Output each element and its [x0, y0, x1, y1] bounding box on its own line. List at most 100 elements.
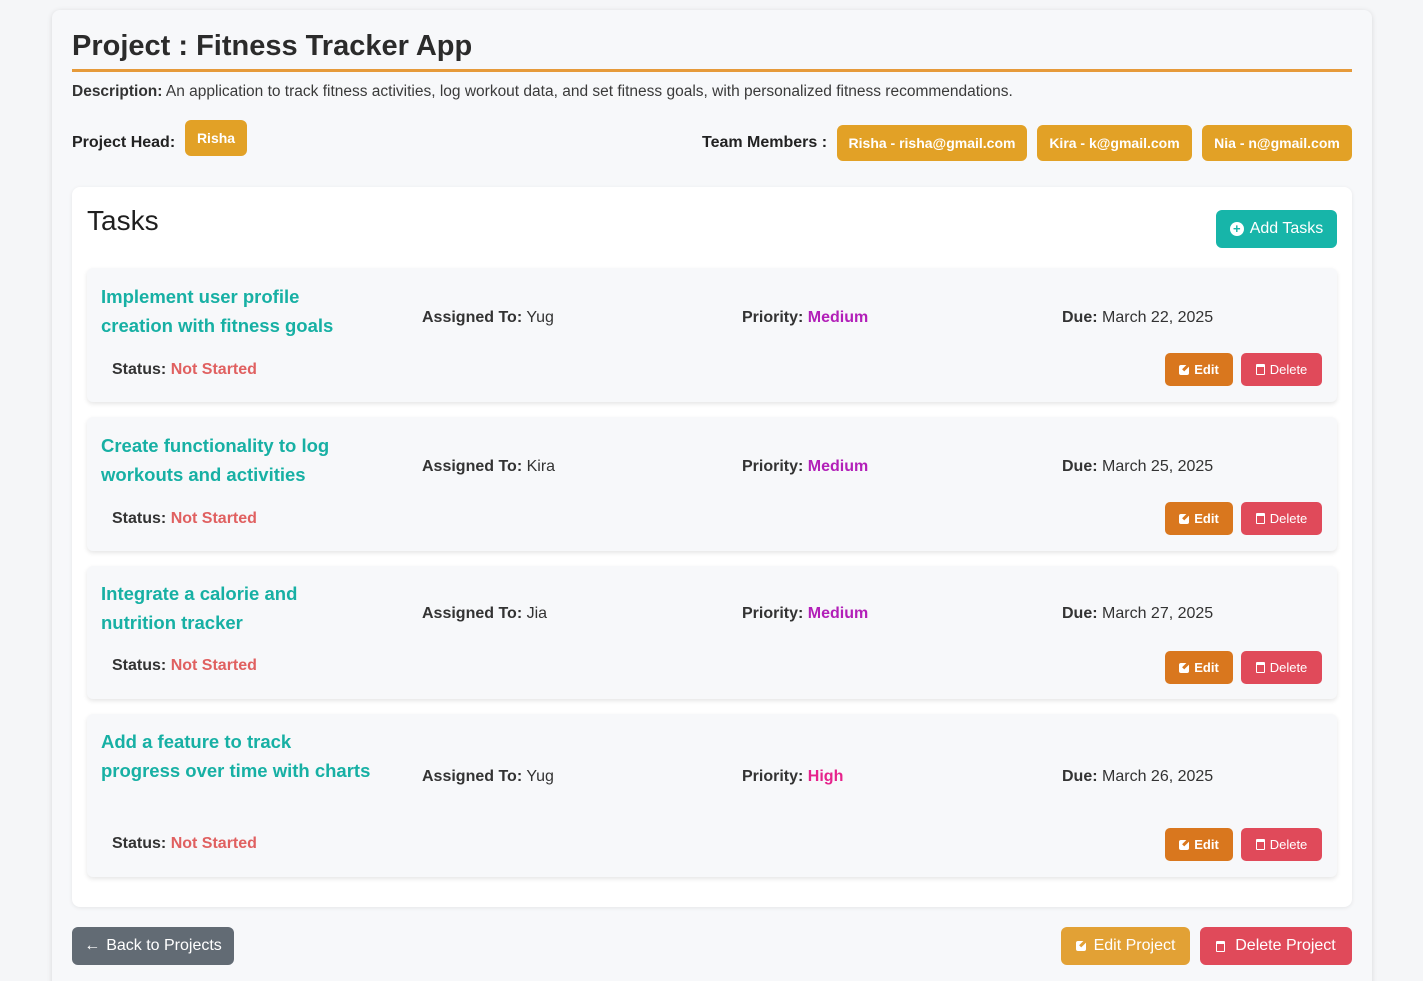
trash-icon	[1255, 364, 1265, 375]
edit-label: Edit	[1194, 511, 1219, 526]
delete-label: Delete	[1269, 511, 1308, 526]
status-label: Status:	[112, 657, 167, 674]
edit-task-button[interactable]: Edit	[1165, 828, 1233, 861]
task-priority: Priority: Medium	[742, 309, 868, 327]
assigned-value: Yug	[526, 768, 554, 785]
delete-task-button[interactable]: Delete	[1241, 828, 1322, 861]
due-label: Due:	[1062, 309, 1098, 326]
priority-label: Priority:	[742, 458, 804, 475]
status-value: Not Started	[170, 361, 257, 378]
task-card: Add a feature to track progress over tim…	[87, 714, 1337, 877]
delete-project-label: Delete Project	[1235, 937, 1336, 954]
assigned-label: Assigned To:	[422, 768, 523, 785]
status-label: Status:	[112, 510, 167, 527]
title-divider	[72, 69, 1352, 72]
edit-label: Edit	[1194, 660, 1219, 675]
task-card: Create functionality to log workouts and…	[87, 417, 1337, 551]
edit-project-label: Edit Project	[1093, 937, 1176, 954]
edit-icon	[1179, 364, 1190, 375]
priority-label: Priority:	[742, 309, 804, 326]
back-label: Back to Projects	[106, 937, 222, 954]
delete-project-button[interactable]: Delete Project	[1200, 927, 1352, 965]
task-title[interactable]: Integrate a calorie and nutrition tracke…	[101, 579, 371, 637]
edit-label: Edit	[1194, 362, 1219, 377]
add-tasks-label: Add Tasks	[1249, 220, 1324, 237]
due-label: Due:	[1062, 768, 1098, 785]
assigned-value: Kira	[526, 458, 556, 475]
edit-task-button[interactable]: Edit	[1165, 353, 1233, 386]
edit-icon	[1179, 513, 1190, 524]
tasks-heading: Tasks	[87, 205, 159, 236]
priority-value: Medium	[807, 458, 869, 475]
task-priority: Priority: High	[742, 768, 843, 786]
description-text: An application to track fitness activiti…	[165, 83, 1013, 100]
delete-task-button[interactable]: Delete	[1241, 502, 1322, 535]
edit-task-button[interactable]: Edit	[1165, 502, 1233, 535]
due-label: Due:	[1062, 458, 1098, 475]
delete-label: Delete	[1269, 837, 1308, 852]
task-priority: Priority: Medium	[742, 458, 868, 476]
due-value: March 27, 2025	[1102, 605, 1214, 622]
status-label: Status:	[112, 835, 167, 852]
task-title[interactable]: Create functionality to log workouts and…	[101, 431, 371, 489]
assigned-label: Assigned To:	[422, 309, 523, 326]
priority-value: Medium	[807, 605, 869, 622]
task-title[interactable]: Add a feature to track progress over tim…	[101, 727, 371, 785]
task-title[interactable]: Implement user profile creation with fit…	[101, 282, 371, 340]
project-head-label: Project Head:	[72, 134, 176, 151]
task-status: Status: Not Started	[112, 361, 257, 379]
assigned-value: Jia	[526, 605, 548, 622]
edit-icon	[1179, 839, 1190, 850]
task-status: Status: Not Started	[112, 510, 257, 528]
task-due: Due: March 27, 2025	[1062, 605, 1213, 623]
delete-label: Delete	[1269, 362, 1308, 377]
due-value: March 26, 2025	[1102, 768, 1214, 785]
trash-icon	[1216, 940, 1226, 952]
plus-circle-icon: +	[1229, 222, 1244, 236]
edit-task-button[interactable]: Edit	[1165, 651, 1233, 684]
status-value: Not Started	[170, 657, 257, 674]
task-due: Due: March 25, 2025	[1062, 458, 1213, 476]
edit-label: Edit	[1194, 837, 1219, 852]
task-due: Due: March 22, 2025	[1062, 309, 1213, 327]
page-title: Project : Fitness Tracker App	[72, 30, 473, 62]
edit-icon	[1179, 662, 1190, 673]
description-label: Description:	[72, 83, 163, 100]
project-description: Description: An application to track fit…	[72, 83, 1013, 101]
priority-label: Priority:	[742, 768, 804, 785]
team-members-label: Team Members :	[702, 134, 828, 151]
task-priority: Priority: Medium	[742, 605, 868, 623]
task-assigned: Assigned To: Yug	[422, 309, 554, 327]
assigned-label: Assigned To:	[422, 458, 523, 475]
add-tasks-button[interactable]: + Add Tasks	[1216, 210, 1337, 248]
delete-task-button[interactable]: Delete	[1241, 651, 1322, 684]
trash-icon	[1255, 839, 1265, 850]
arrow-left-icon: ←	[84, 937, 101, 954]
status-value: Not Started	[170, 835, 257, 852]
priority-label: Priority:	[742, 605, 804, 622]
project-head-badge: Risha	[185, 120, 247, 156]
team-member-badge: Kira - k@gmail.com	[1037, 125, 1192, 161]
due-label: Due:	[1062, 605, 1098, 622]
task-assigned: Assigned To: Jia	[422, 605, 547, 623]
trash-icon	[1255, 662, 1265, 673]
delete-label: Delete	[1269, 660, 1308, 675]
trash-icon	[1255, 513, 1265, 524]
task-card: Implement user profile creation with fit…	[87, 268, 1337, 402]
task-status: Status: Not Started	[112, 835, 257, 853]
team-member-badge: Nia - n@gmail.com	[1202, 125, 1352, 161]
task-due: Due: March 26, 2025	[1062, 768, 1213, 786]
task-assigned: Assigned To: Yug	[422, 768, 554, 786]
back-to-projects-button[interactable]: ← Back to Projects	[72, 927, 234, 965]
assigned-value: Yug	[526, 309, 554, 326]
delete-task-button[interactable]: Delete	[1241, 353, 1322, 386]
edit-project-button[interactable]: Edit Project	[1061, 927, 1190, 965]
task-status: Status: Not Started	[112, 657, 257, 675]
task-card: Integrate a calorie and nutrition tracke…	[87, 566, 1337, 699]
due-value: March 25, 2025	[1102, 458, 1214, 475]
team-member-badge: Risha - risha@gmail.com	[837, 125, 1027, 161]
priority-value: High	[807, 768, 844, 785]
task-assigned: Assigned To: Kira	[422, 458, 555, 476]
edit-icon	[1075, 941, 1086, 951]
assigned-label: Assigned To:	[422, 605, 523, 622]
